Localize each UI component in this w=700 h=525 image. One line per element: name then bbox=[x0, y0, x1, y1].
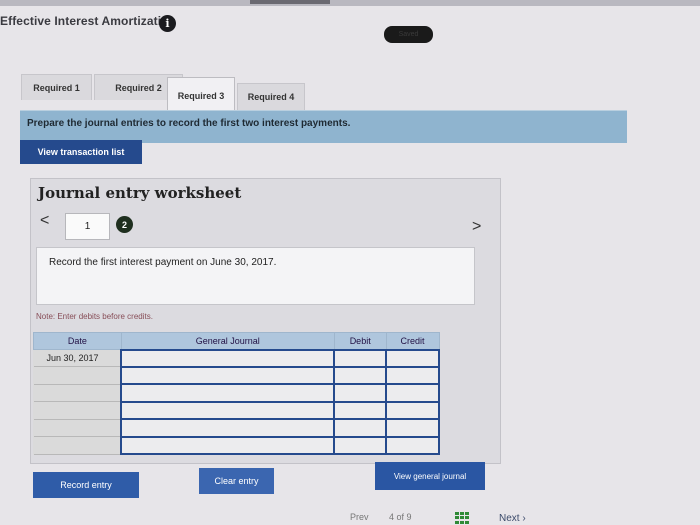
credit-input[interactable] bbox=[385, 365, 440, 386]
table-row bbox=[33, 365, 440, 386]
general-journal-input[interactable] bbox=[120, 383, 336, 403]
column-header-credit: Credit bbox=[385, 332, 440, 350]
table-row: Jun 30, 2017 bbox=[33, 348, 440, 368]
general-journal-input[interactable] bbox=[120, 348, 336, 368]
table-row bbox=[33, 418, 440, 438]
credit-input[interactable] bbox=[385, 435, 440, 456]
credit-input[interactable] bbox=[385, 383, 440, 403]
prompt-banner: Prepare the journal entries to record th… bbox=[20, 110, 627, 143]
tab-required-4[interactable]: Required 4 bbox=[237, 83, 305, 110]
view-general-journal-button[interactable]: View general journal bbox=[375, 462, 485, 490]
table-header-row: Date General Journal Debit Credit bbox=[33, 332, 440, 350]
debit-input[interactable] bbox=[333, 418, 388, 438]
view-transaction-list-button[interactable]: View transaction list bbox=[20, 140, 142, 164]
credit-input[interactable] bbox=[385, 348, 440, 368]
date-cell[interactable] bbox=[33, 384, 122, 403]
next-arrow-icon[interactable]: > bbox=[472, 218, 481, 236]
debit-input[interactable] bbox=[333, 348, 388, 368]
step-1-box[interactable]: 1 bbox=[65, 213, 110, 240]
date-cell[interactable] bbox=[33, 436, 122, 455]
debit-input[interactable] bbox=[333, 435, 388, 456]
page-title: Effective Interest Amortization bbox=[0, 14, 177, 28]
date-cell[interactable] bbox=[33, 419, 122, 438]
debit-input[interactable] bbox=[333, 365, 388, 386]
table-row bbox=[33, 383, 440, 403]
top-strip bbox=[0, 0, 700, 6]
note-text: Note: Enter debits before credits. bbox=[36, 312, 153, 321]
next-link-label: Next bbox=[499, 513, 520, 524]
general-journal-input[interactable] bbox=[120, 365, 336, 386]
general-journal-input[interactable] bbox=[120, 435, 336, 456]
record-entry-button[interactable]: Record entry bbox=[33, 472, 139, 498]
debit-input[interactable] bbox=[333, 400, 388, 421]
date-cell[interactable] bbox=[33, 401, 122, 420]
instruction-text: Record the first interest payment on Jun… bbox=[49, 257, 277, 268]
column-header-date: Date bbox=[33, 332, 122, 350]
tab-required-3[interactable]: Required 3 bbox=[167, 77, 235, 113]
credit-input[interactable] bbox=[385, 400, 440, 421]
grid-icon[interactable] bbox=[455, 512, 470, 524]
tab-required-1[interactable]: Required 1 bbox=[21, 74, 92, 100]
instruction-box: Record the first interest payment on Jun… bbox=[36, 247, 475, 305]
prev-arrow-icon[interactable]: < bbox=[40, 212, 49, 230]
saved-badge: Saved bbox=[384, 26, 433, 43]
clear-entry-button[interactable]: Clear entry bbox=[199, 468, 274, 494]
step-2-circle[interactable]: 2 bbox=[116, 216, 133, 233]
general-journal-input[interactable] bbox=[120, 400, 336, 421]
credit-input[interactable] bbox=[385, 418, 440, 438]
chevron-right-icon: › bbox=[522, 513, 526, 524]
prev-link[interactable]: Prev bbox=[350, 512, 369, 522]
pager-position: 4 of 9 bbox=[389, 512, 412, 522]
date-cell[interactable] bbox=[33, 366, 122, 385]
info-icon[interactable]: i bbox=[159, 15, 176, 32]
table-row bbox=[33, 400, 440, 421]
next-link[interactable]: Next › bbox=[499, 513, 526, 524]
pager: Prev 4 of 9 bbox=[350, 512, 412, 522]
general-journal-input[interactable] bbox=[120, 418, 336, 438]
column-header-debit: Debit bbox=[333, 332, 387, 350]
journal-table: Date General Journal Debit Credit Jun 30… bbox=[33, 332, 440, 456]
debit-input[interactable] bbox=[333, 383, 388, 403]
column-header-general-journal: General Journal bbox=[120, 332, 335, 350]
top-strip-bar bbox=[250, 0, 330, 4]
table-row bbox=[33, 435, 440, 456]
worksheet-title: Journal entry worksheet bbox=[38, 184, 242, 202]
date-cell[interactable]: Jun 30, 2017 bbox=[33, 349, 122, 368]
